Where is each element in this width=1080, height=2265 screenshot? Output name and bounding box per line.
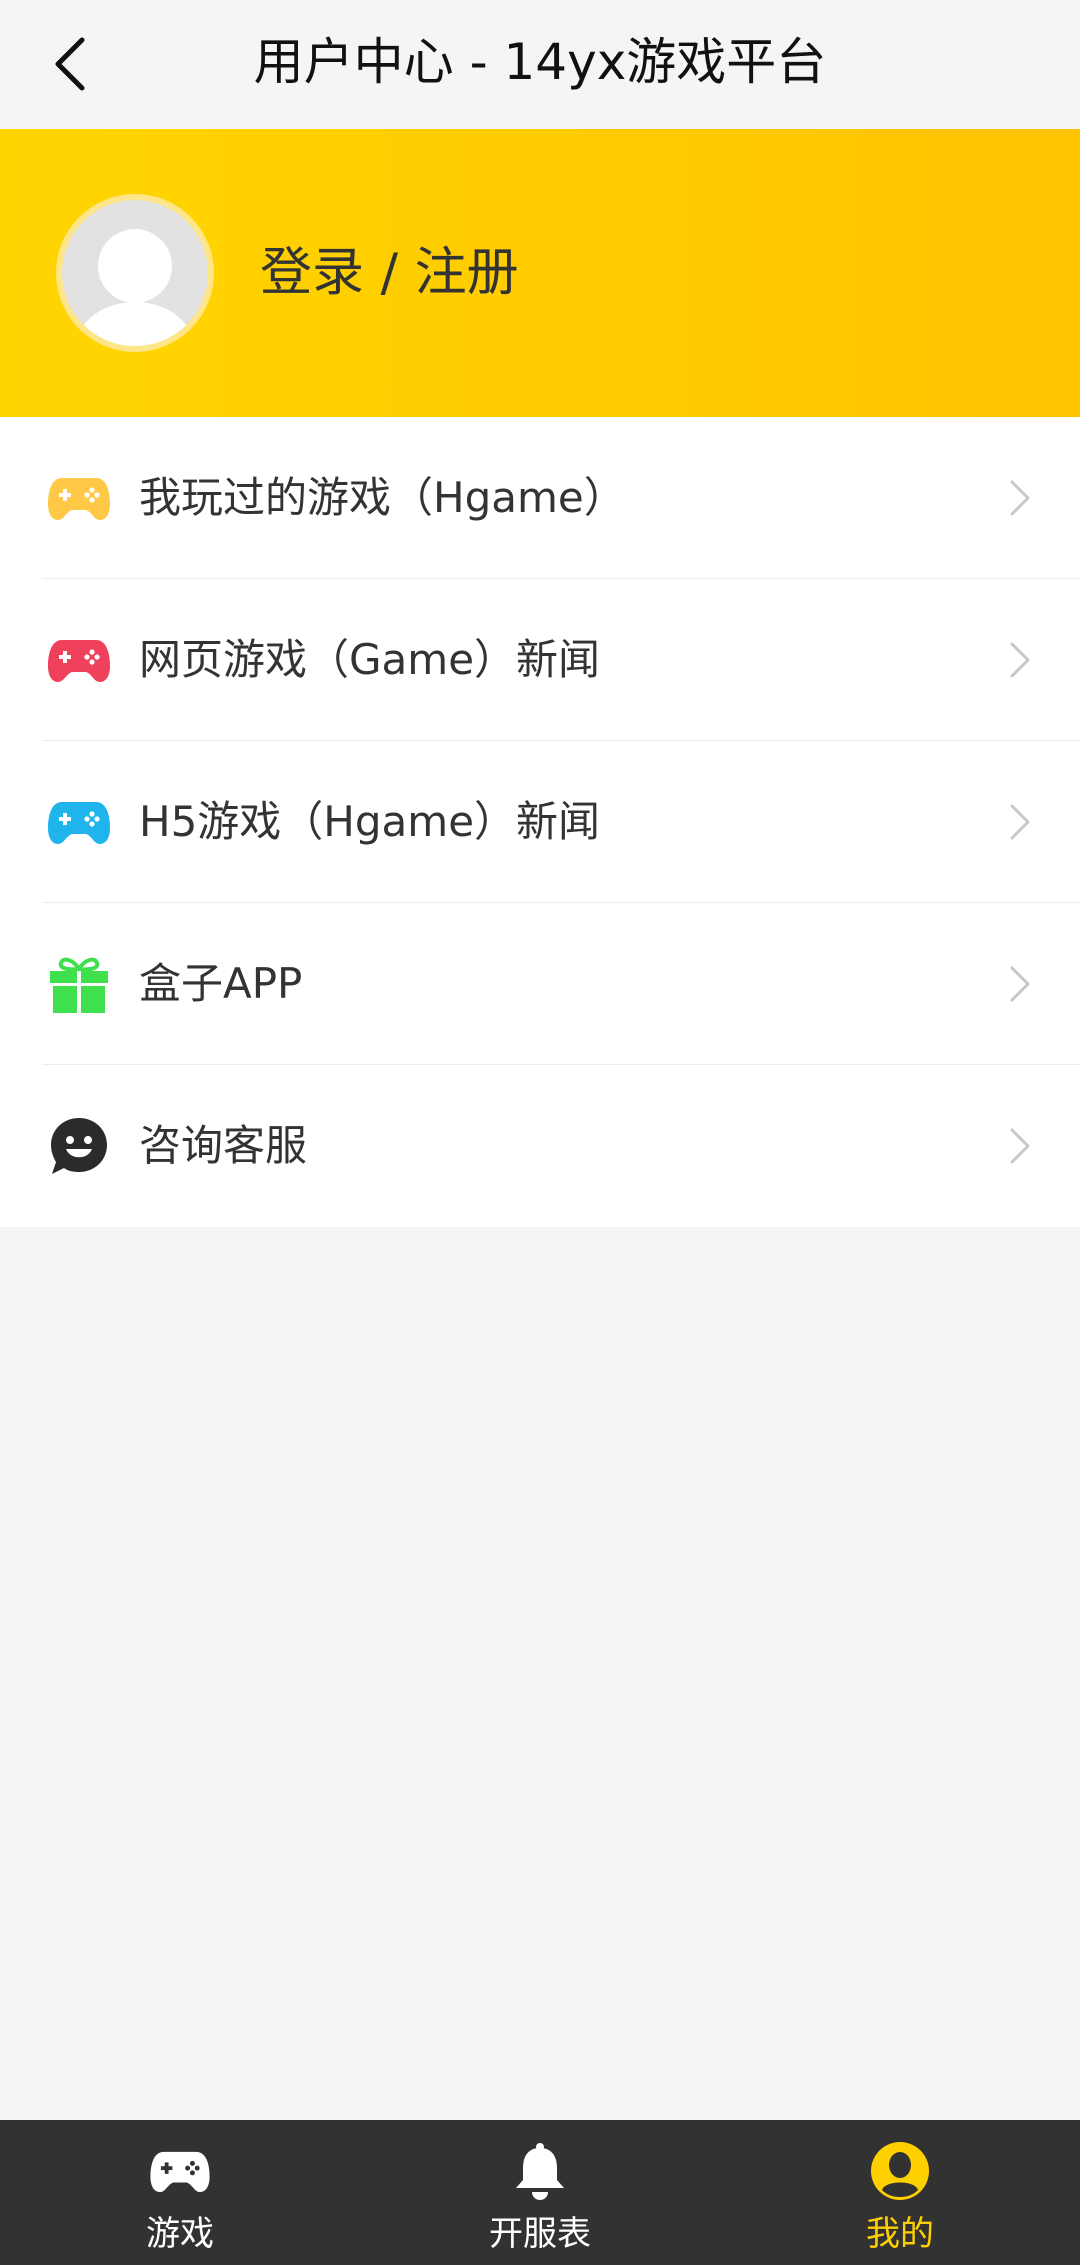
chevron-right-icon <box>1010 480 1030 516</box>
user-center-screen: 用户中心 - 14yx游戏平台 登录 / 注册 我玩过的游戏（Hgame） 网页… <box>0 0 1080 2265</box>
user-avatar-icon <box>62 200 208 346</box>
menu-item-label: 网页游戏（Game）新闻 <box>139 635 601 684</box>
gift-icon <box>48 953 110 1015</box>
menu-item-web-game-news[interactable]: 网页游戏（Game）新闻 <box>0 579 1080 741</box>
chevron-right-icon <box>1010 1128 1030 1164</box>
chevron-right-icon <box>1010 642 1030 678</box>
bell-icon <box>508 2142 572 2200</box>
profile-banner: 登录 / 注册 <box>0 129 1080 417</box>
login-register-link[interactable]: 登录 / 注册 <box>260 129 519 417</box>
user-icon <box>868 2142 932 2200</box>
menu-item-label: H5游戏（Hgame）新闻 <box>139 797 601 846</box>
tab-games[interactable]: 游戏 <box>0 2120 360 2265</box>
menu-item-label: 咨询客服 <box>139 1121 308 1170</box>
gamepad-icon <box>148 2142 212 2200</box>
back-button[interactable] <box>30 24 110 104</box>
top-bar: 用户中心 - 14yx游戏平台 <box>0 0 1080 129</box>
gamepad-icon <box>48 629 110 691</box>
chevron-right-icon <box>1010 804 1030 840</box>
tab-label: 我的 <box>866 2214 934 2254</box>
menu-list: 我玩过的游戏（Hgame） 网页游戏（Game）新闻 H5游戏（Hgame）新闻… <box>0 417 1080 1227</box>
tab-mine[interactable]: 我的 <box>720 2120 1080 2265</box>
avatar[interactable] <box>56 194 214 352</box>
menu-item-label: 我玩过的游戏（Hgame） <box>139 473 626 522</box>
chevron-left-icon <box>55 37 85 91</box>
tab-server-schedule[interactable]: 开服表 <box>360 2120 720 2265</box>
tab-label: 开服表 <box>489 2214 591 2254</box>
menu-item-h5-game-news[interactable]: H5游戏（Hgame）新闻 <box>0 741 1080 903</box>
gamepad-icon <box>48 467 110 529</box>
menu-item-played-games[interactable]: 我玩过的游戏（Hgame） <box>0 417 1080 579</box>
smiley-chat-icon <box>48 1115 110 1177</box>
tab-label: 游戏 <box>146 2214 214 2254</box>
chevron-right-icon <box>1010 966 1030 1002</box>
bottom-nav: 游戏 开服表 我的 <box>0 2120 1080 2265</box>
menu-item-customer-service[interactable]: 咨询客服 <box>0 1065 1080 1227</box>
page-title: 用户中心 - 14yx游戏平台 <box>253 33 827 91</box>
menu-item-box-app[interactable]: 盒子APP <box>0 903 1080 1065</box>
menu-item-label: 盒子APP <box>139 959 303 1008</box>
gamepad-icon <box>48 791 110 853</box>
